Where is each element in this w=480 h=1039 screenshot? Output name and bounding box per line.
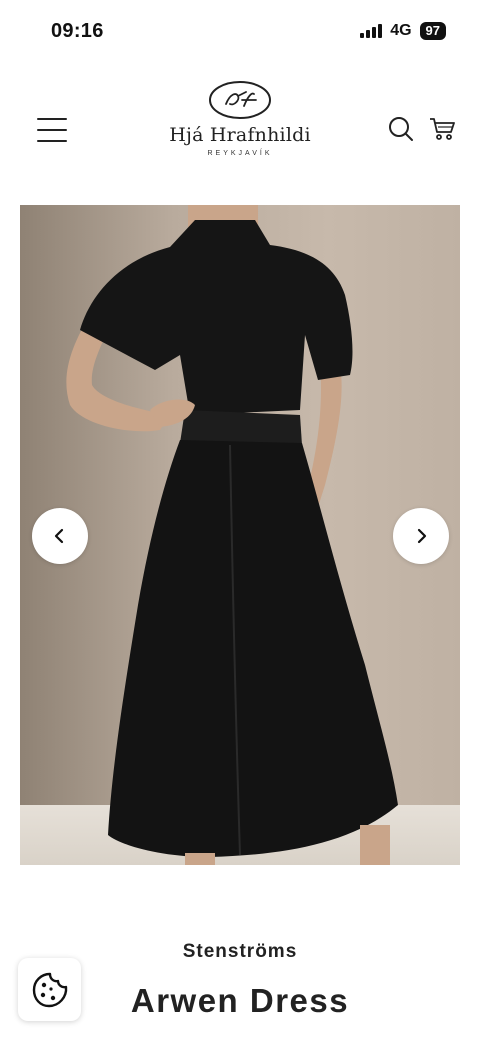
status-indicators: 4G 97 bbox=[360, 22, 446, 40]
carousel-next-button[interactable] bbox=[393, 508, 449, 564]
logo-mark-icon bbox=[209, 81, 271, 119]
cookie-icon bbox=[32, 972, 67, 1007]
carousel-prev-button[interactable] bbox=[32, 508, 88, 564]
chevron-left-icon bbox=[54, 528, 64, 544]
cookie-settings-button[interactable] bbox=[18, 958, 81, 1021]
site-header: Hjá Hrafnhildi REYKJAVÍK bbox=[0, 76, 480, 176]
logo[interactable]: Hjá Hrafnhildi REYKJAVÍK bbox=[160, 80, 320, 172]
battery-icon: 97 bbox=[419, 22, 446, 40]
chevron-right-icon bbox=[417, 528, 427, 544]
menu-icon[interactable] bbox=[37, 118, 67, 142]
logo-subtitle: REYKJAVÍK bbox=[207, 150, 273, 157]
battery-level: 97 bbox=[425, 23, 440, 38]
network-label: 4G bbox=[390, 22, 412, 39]
status-time: 09:16 bbox=[51, 20, 104, 42]
logo-name: Hjá Hrafnhildi bbox=[169, 124, 311, 146]
cart-icon[interactable] bbox=[428, 116, 456, 142]
signal-icon bbox=[360, 24, 383, 38]
status-bar: 09:16 4G 97 bbox=[0, 0, 480, 64]
search-icon[interactable] bbox=[388, 116, 414, 142]
